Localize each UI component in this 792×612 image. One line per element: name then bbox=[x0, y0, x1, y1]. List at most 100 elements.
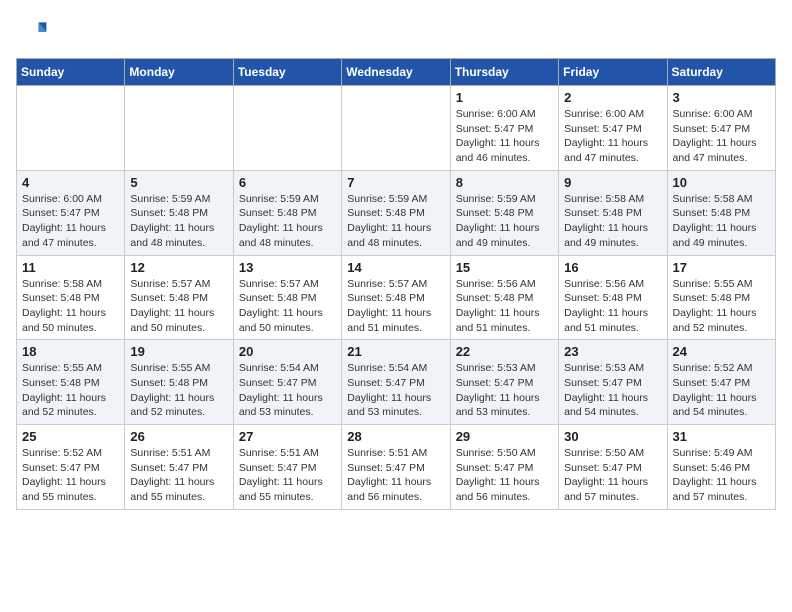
day-info: Sunrise: 6:00 AM Sunset: 5:47 PM Dayligh… bbox=[456, 107, 553, 166]
calendar-cell: 29 Sunrise: 5:50 AM Sunset: 5:47 PM Dayli… bbox=[450, 425, 558, 510]
day-number: 25 bbox=[22, 429, 119, 444]
day-number: 1 bbox=[456, 90, 553, 105]
calendar-cell: 1 Sunrise: 6:00 AM Sunset: 5:47 PM Daylig… bbox=[450, 86, 558, 171]
day-info: Sunrise: 5:59 AM Sunset: 5:48 PM Dayligh… bbox=[239, 192, 336, 251]
day-number: 10 bbox=[673, 175, 770, 190]
calendar-cell: 30 Sunrise: 5:50 AM Sunset: 5:47 PM Dayli… bbox=[559, 425, 667, 510]
day-info: Sunrise: 5:56 AM Sunset: 5:48 PM Dayligh… bbox=[564, 277, 661, 336]
calendar-cell: 25Sunrise: 5:52 AM Sunset: 5:47 PM Dayli… bbox=[17, 425, 125, 510]
calendar-cell bbox=[125, 86, 233, 171]
day-number: 12 bbox=[130, 260, 227, 275]
calendar-cell: 18 Sunrise: 5:55 AM Sunset: 5:48 PM Dayli… bbox=[17, 340, 125, 425]
week-row-1: 1 Sunrise: 6:00 AM Sunset: 5:47 PM Daylig… bbox=[17, 86, 776, 171]
day-info: Sunrise: 5:59 AM Sunset: 5:48 PM Dayligh… bbox=[130, 192, 227, 251]
calendar-cell: 13 Sunrise: 5:57 AM Sunset: 5:48 PM Dayli… bbox=[233, 255, 341, 340]
calendar-cell: 19 Sunrise: 5:55 AM Sunset: 5:48 PM Dayli… bbox=[125, 340, 233, 425]
day-info: Sunrise: 5:53 AM Sunset: 5:47 PM Dayligh… bbox=[456, 361, 553, 420]
calendar-cell: 8 Sunrise: 5:59 AM Sunset: 5:48 PM Daylig… bbox=[450, 170, 558, 255]
weekday-header-sunday: Sunday bbox=[17, 59, 125, 86]
day-number: 26 bbox=[130, 429, 227, 444]
day-number: 18 bbox=[22, 344, 119, 359]
day-number: 11 bbox=[22, 260, 119, 275]
calendar-cell: 6 Sunrise: 5:59 AM Sunset: 5:48 PM Daylig… bbox=[233, 170, 341, 255]
calendar-cell: 14 Sunrise: 5:57 AM Sunset: 5:48 PM Dayli… bbox=[342, 255, 450, 340]
day-info: Sunrise: 5:58 AM Sunset: 5:48 PM Dayligh… bbox=[22, 277, 119, 336]
day-number: 20 bbox=[239, 344, 336, 359]
week-row-3: 11 Sunrise: 5:58 AM Sunset: 5:48 PM Dayli… bbox=[17, 255, 776, 340]
day-number: 5 bbox=[130, 175, 227, 190]
day-number: 28 bbox=[347, 429, 444, 444]
calendar-cell: 24 Sunrise: 5:52 AM Sunset: 5:47 PM Dayli… bbox=[667, 340, 775, 425]
day-number: 8 bbox=[456, 175, 553, 190]
day-number: 21 bbox=[347, 344, 444, 359]
day-info: Sunrise: 5:55 AM Sunset: 5:48 PM Dayligh… bbox=[673, 277, 770, 336]
day-info: Sunrise: 5:58 AM Sunset: 5:48 PM Dayligh… bbox=[564, 192, 661, 251]
day-info: Sunrise: 5:59 AM Sunset: 5:48 PM Dayligh… bbox=[456, 192, 553, 251]
day-number: 2 bbox=[564, 90, 661, 105]
weekday-header-tuesday: Tuesday bbox=[233, 59, 341, 86]
calendar-cell: 2 Sunrise: 6:00 AM Sunset: 5:47 PM Daylig… bbox=[559, 86, 667, 171]
day-info: Sunrise: 5:50 AM Sunset: 5:47 PM Dayligh… bbox=[456, 446, 553, 505]
calendar-table: SundayMondayTuesdayWednesdayThursdayFrid… bbox=[16, 58, 776, 510]
day-number: 24 bbox=[673, 344, 770, 359]
day-info: Sunrise: 5:49 AM Sunset: 5:46 PM Dayligh… bbox=[673, 446, 770, 505]
page-header bbox=[16, 16, 776, 48]
day-number: 7 bbox=[347, 175, 444, 190]
calendar-cell: 15 Sunrise: 5:56 AM Sunset: 5:48 PM Dayli… bbox=[450, 255, 558, 340]
day-info: Sunrise: 5:57 AM Sunset: 5:48 PM Dayligh… bbox=[239, 277, 336, 336]
calendar-cell: 3Sunrise: 6:00 AM Sunset: 5:47 PM Daylig… bbox=[667, 86, 775, 171]
day-info: Sunrise: 5:52 AM Sunset: 5:47 PM Dayligh… bbox=[673, 361, 770, 420]
day-number: 15 bbox=[456, 260, 553, 275]
day-info: Sunrise: 6:00 AM Sunset: 5:47 PM Dayligh… bbox=[564, 107, 661, 166]
day-info: Sunrise: 5:57 AM Sunset: 5:48 PM Dayligh… bbox=[130, 277, 227, 336]
day-number: 22 bbox=[456, 344, 553, 359]
day-info: Sunrise: 5:59 AM Sunset: 5:48 PM Dayligh… bbox=[347, 192, 444, 251]
calendar-cell: 4 Sunrise: 6:00 AM Sunset: 5:47 PM Daylig… bbox=[17, 170, 125, 255]
logo bbox=[16, 16, 52, 48]
day-number: 31 bbox=[673, 429, 770, 444]
day-info: Sunrise: 5:50 AM Sunset: 5:47 PM Dayligh… bbox=[564, 446, 661, 505]
day-info: Sunrise: 5:53 AM Sunset: 5:47 PM Dayligh… bbox=[564, 361, 661, 420]
calendar-cell: 7 Sunrise: 5:59 AM Sunset: 5:48 PM Daylig… bbox=[342, 170, 450, 255]
day-number: 30 bbox=[564, 429, 661, 444]
day-number: 14 bbox=[347, 260, 444, 275]
calendar-cell: 22 Sunrise: 5:53 AM Sunset: 5:47 PM Dayli… bbox=[450, 340, 558, 425]
day-info: Sunrise: 5:51 AM Sunset: 5:47 PM Dayligh… bbox=[239, 446, 336, 505]
day-info: Sunrise: 5:56 AM Sunset: 5:48 PM Dayligh… bbox=[456, 277, 553, 336]
day-info: Sunrise: 5:51 AM Sunset: 5:47 PM Dayligh… bbox=[130, 446, 227, 505]
day-number: 17 bbox=[673, 260, 770, 275]
day-info: Sunrise: 6:00 AM Sunset: 5:47 PM Dayligh… bbox=[673, 107, 770, 166]
day-number: 13 bbox=[239, 260, 336, 275]
calendar-cell: 26 Sunrise: 5:51 AM Sunset: 5:47 PM Dayli… bbox=[125, 425, 233, 510]
week-row-2: 4 Sunrise: 6:00 AM Sunset: 5:47 PM Daylig… bbox=[17, 170, 776, 255]
calendar-cell: 27 Sunrise: 5:51 AM Sunset: 5:47 PM Dayli… bbox=[233, 425, 341, 510]
day-number: 9 bbox=[564, 175, 661, 190]
day-info: Sunrise: 5:55 AM Sunset: 5:48 PM Dayligh… bbox=[22, 361, 119, 420]
day-info: Sunrise: 5:58 AM Sunset: 5:48 PM Dayligh… bbox=[673, 192, 770, 251]
calendar-cell bbox=[233, 86, 341, 171]
day-info: Sunrise: 5:54 AM Sunset: 5:47 PM Dayligh… bbox=[347, 361, 444, 420]
weekday-header-row: SundayMondayTuesdayWednesdayThursdayFrid… bbox=[17, 59, 776, 86]
calendar-cell: 11 Sunrise: 5:58 AM Sunset: 5:48 PM Dayli… bbox=[17, 255, 125, 340]
day-info: Sunrise: 5:55 AM Sunset: 5:48 PM Dayligh… bbox=[130, 361, 227, 420]
calendar-cell: 20Sunrise: 5:54 AM Sunset: 5:47 PM Dayli… bbox=[233, 340, 341, 425]
calendar-cell: 16 Sunrise: 5:56 AM Sunset: 5:48 PM Dayli… bbox=[559, 255, 667, 340]
weekday-header-friday: Friday bbox=[559, 59, 667, 86]
logo-icon bbox=[16, 16, 48, 48]
day-info: Sunrise: 5:57 AM Sunset: 5:48 PM Dayligh… bbox=[347, 277, 444, 336]
weekday-header-wednesday: Wednesday bbox=[342, 59, 450, 86]
weekday-header-monday: Monday bbox=[125, 59, 233, 86]
calendar-cell: 31 Sunrise: 5:49 AM Sunset: 5:46 PM Dayli… bbox=[667, 425, 775, 510]
day-number: 19 bbox=[130, 344, 227, 359]
calendar-cell: 28Sunrise: 5:51 AM Sunset: 5:47 PM Dayli… bbox=[342, 425, 450, 510]
day-info: Sunrise: 6:00 AM Sunset: 5:47 PM Dayligh… bbox=[22, 192, 119, 251]
calendar-cell: 9 Sunrise: 5:58 AM Sunset: 5:48 PM Daylig… bbox=[559, 170, 667, 255]
calendar-cell bbox=[342, 86, 450, 171]
day-number: 6 bbox=[239, 175, 336, 190]
day-number: 16 bbox=[564, 260, 661, 275]
day-number: 29 bbox=[456, 429, 553, 444]
calendar-cell: 5 Sunrise: 5:59 AM Sunset: 5:48 PM Daylig… bbox=[125, 170, 233, 255]
day-number: 4 bbox=[22, 175, 119, 190]
day-number: 27 bbox=[239, 429, 336, 444]
calendar-cell: 10 Sunrise: 5:58 AM Sunset: 5:48 PM Dayli… bbox=[667, 170, 775, 255]
